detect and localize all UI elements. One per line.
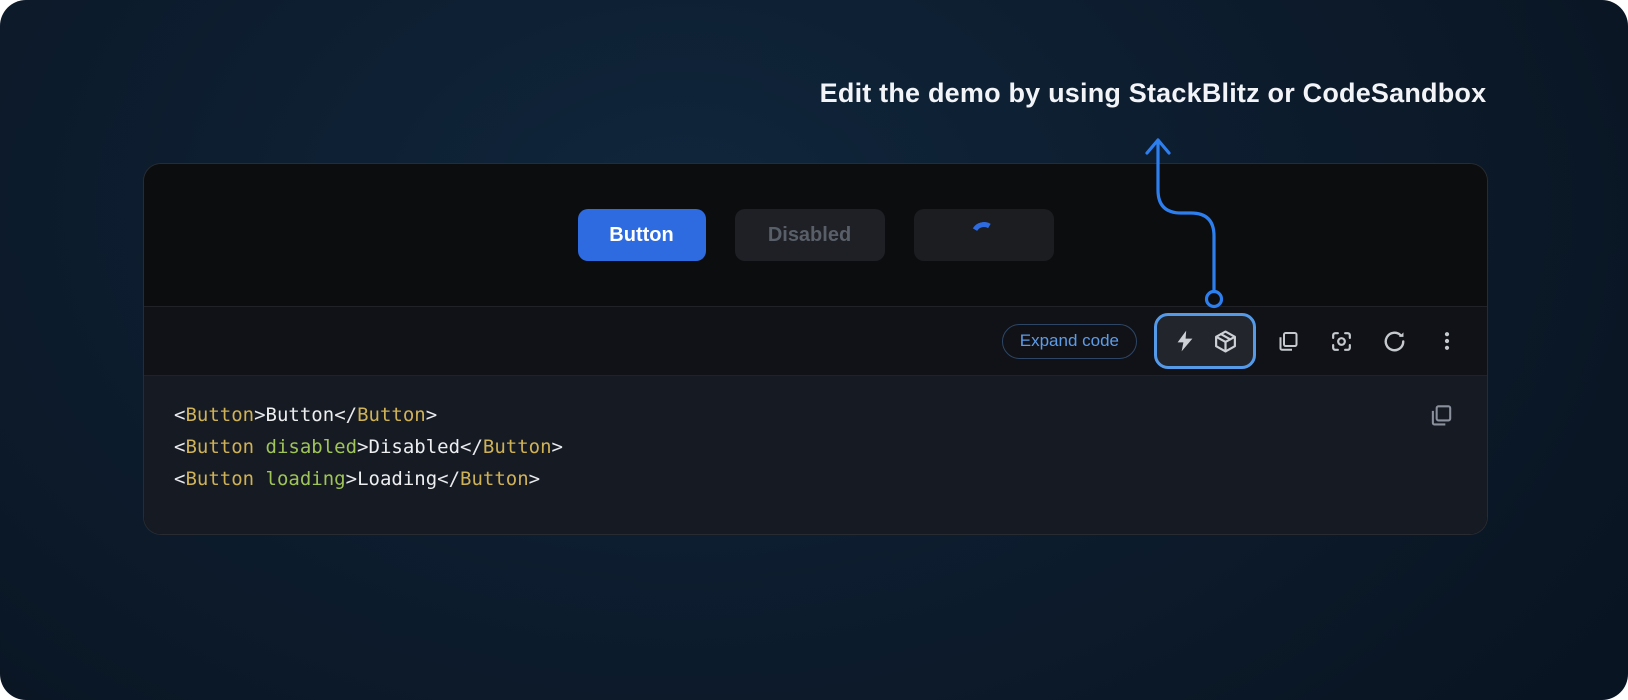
copy-icon[interactable] bbox=[1274, 327, 1302, 355]
code-lines: <Button>Button</Button><Button disabled>… bbox=[174, 399, 1487, 495]
loading-button[interactable] bbox=[914, 209, 1054, 261]
edit-online-group bbox=[1154, 313, 1256, 369]
code-copy-icon[interactable] bbox=[1427, 402, 1455, 430]
toolbar-action-icons bbox=[1274, 327, 1461, 355]
preview-focus-icon[interactable] bbox=[1327, 327, 1355, 355]
code-line: <Button>Button</Button> bbox=[174, 399, 1487, 431]
stackblitz-icon[interactable] bbox=[1171, 327, 1199, 355]
more-vertical-icon[interactable] bbox=[1433, 327, 1461, 355]
code-line: <Button loading>Loading</Button> bbox=[174, 463, 1487, 495]
code-block: <Button>Button</Button><Button disabled>… bbox=[144, 376, 1487, 534]
refresh-icon[interactable] bbox=[1380, 327, 1408, 355]
disabled-button[interactable]: Disabled bbox=[735, 209, 885, 261]
code-line: <Button disabled>Disabled</Button> bbox=[174, 431, 1487, 463]
annotation-text: Edit the demo by using StackBlitz or Cod… bbox=[820, 78, 1487, 109]
primary-button[interactable]: Button bbox=[578, 209, 706, 261]
expand-code-button[interactable]: Expand code bbox=[1002, 324, 1137, 359]
demo-preview-area: Button Disabled bbox=[144, 164, 1487, 306]
demo-toolbar: Expand code bbox=[144, 306, 1487, 376]
demo-card: Button Disabled Expand code bbox=[143, 163, 1488, 535]
loading-spinner-icon bbox=[968, 219, 1000, 251]
codesandbox-icon[interactable] bbox=[1211, 327, 1239, 355]
page-background: Edit the demo by using StackBlitz or Cod… bbox=[0, 0, 1628, 700]
